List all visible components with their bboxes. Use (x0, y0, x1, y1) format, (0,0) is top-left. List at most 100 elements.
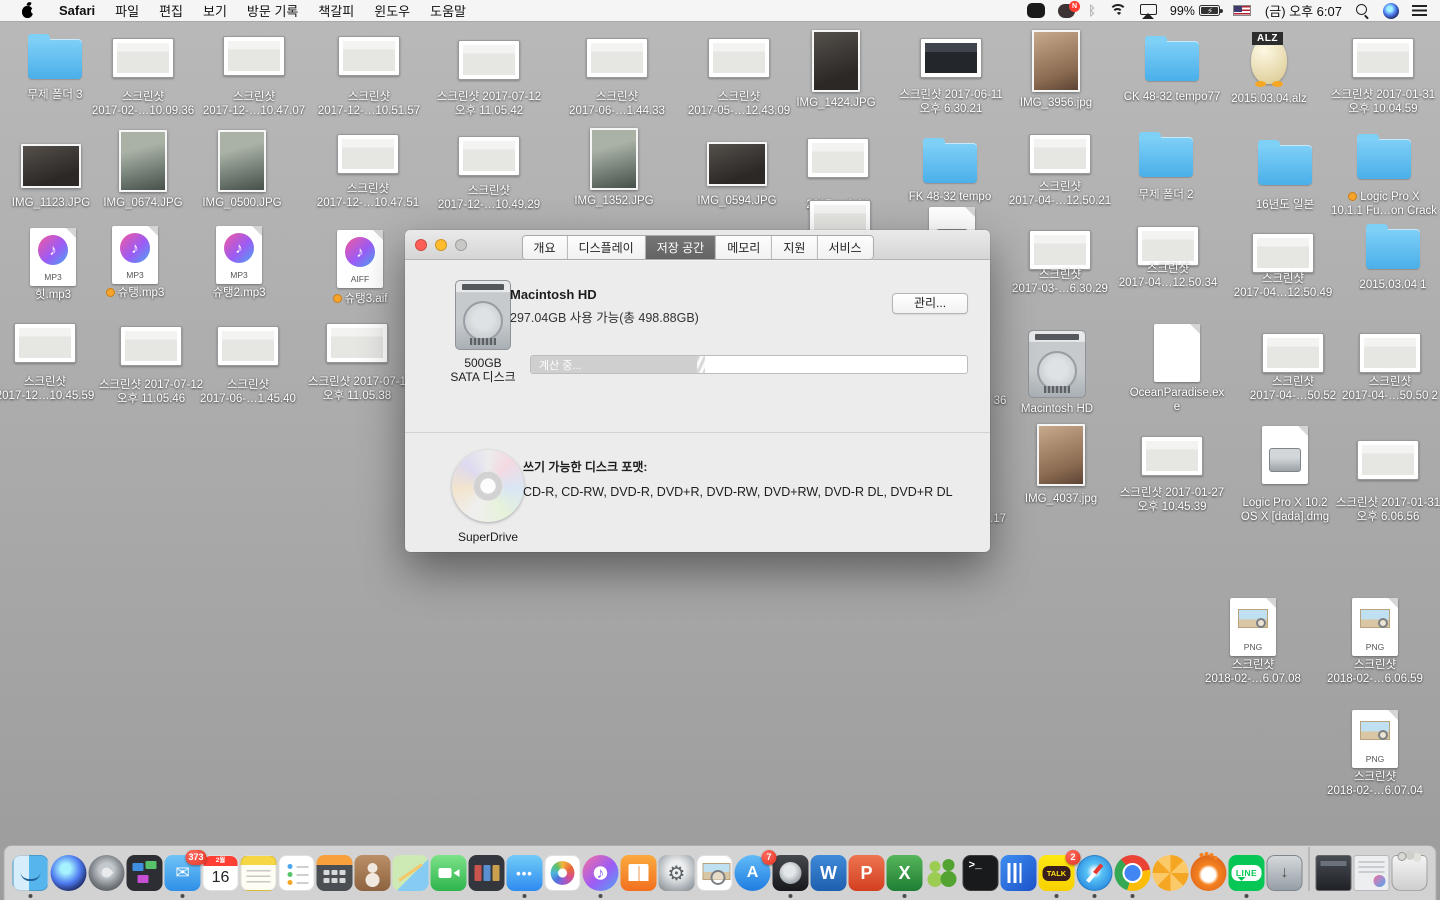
dock-minwin-dark-icon[interactable] (1316, 855, 1352, 891)
desktop-icon-스크린샷 2017-06-11[interactable]: 스크린샷 2017-06-11오후 6.30.21 (903, 30, 999, 78)
desktop-icon-스크린샷[interactable]: 스크린샷2017-06-…1.44.33 (569, 30, 665, 78)
desktop-icon-스크린샷[interactable]: 스크린샷2017-12…10.45.59 (0, 315, 93, 363)
desktop-icon-IMG_1352.JPG[interactable]: IMG_1352.JPG (566, 126, 662, 190)
dock-kakaotalk-icon[interactable]: TALK2 (1039, 855, 1075, 891)
desktop-icon-IMG_4037.jpg[interactable]: IMG_4037.jpg (1013, 422, 1109, 486)
dock-mission-control-icon[interactable] (127, 855, 163, 891)
messenger-notification-icon[interactable]: N (1055, 0, 1078, 22)
tab-서비스[interactable]: 서비스 (817, 236, 872, 259)
dock-tangerine-icon[interactable] (1153, 855, 1189, 891)
desktop-icon-스크린샷 2017-01-27[interactable]: 스크린샷 2017-01-27오후 10.45.39 (1124, 428, 1220, 476)
tab-지원[interactable]: 지원 (772, 236, 817, 259)
desktop-icon-무제 폴더 2[interactable]: 무제 폴더 2 (1118, 130, 1214, 177)
battery-indicator[interactable]: 99%⚡ (1167, 0, 1223, 22)
desktop-icon-스크린샷[interactable]: 스크린샷2017-04-…50.52 (1245, 325, 1341, 373)
dock-siri-icon[interactable] (51, 855, 87, 891)
dock-mail-icon[interactable]: ✉373 (165, 855, 201, 891)
clock[interactable]: (금) 오후 6:07 (1261, 0, 1346, 22)
bluetooth-icon[interactable]: ᛒ (1085, 0, 1099, 22)
desktop-icon-2015.03.04.alz[interactable]: ALZ2015.03.04.alz (1221, 28, 1317, 88)
airplay-icon[interactable] (1137, 0, 1160, 22)
desktop-icon-슈탱.mp3[interactable]: ♪MP3슈탱.mp3 (87, 224, 183, 284)
menu-파일[interactable]: 파일 (105, 4, 149, 19)
menu-방문 기록[interactable]: 방문 기록 (237, 4, 308, 19)
desktop-icon-스크린샷[interactable]: 스크린샷2017-04-…50.50 2 (1342, 325, 1438, 373)
dock-photos-icon[interactable] (545, 855, 581, 891)
dock-downloads-icon[interactable]: ↓ (1267, 855, 1303, 891)
desktop-icon-IMG_1424.JPG[interactable]: IMG_1424.JPG (788, 28, 884, 92)
desktop-icon-스크린샷[interactable]: 스크린샷2017-12-…10.47.07 (206, 28, 302, 76)
desktop-icon-IMG_1123.JPG[interactable]: IMG_1123.JPG (3, 134, 99, 188)
zoom-button[interactable] (455, 239, 467, 251)
siri-icon[interactable] (1380, 0, 1402, 22)
dock-minwin-light-icon[interactable] (1354, 855, 1390, 891)
desktop-icon-스크린샷[interactable]: 스크린샷2017-12-…10.47.51 (320, 126, 416, 174)
input-source-us-flag[interactable] (1230, 0, 1254, 22)
desktop-icon-Logic Pro X[interactable]: Logic Pro X10.1.1 Fu…on Crack (1336, 132, 1432, 179)
dock-reminders-icon[interactable] (279, 855, 315, 891)
desktop-icon-Macintosh HD[interactable]: Macintosh HD (1009, 328, 1105, 398)
desktop-icon-CK 48-32 tempo77[interactable]: CK 48-32 tempo77 (1124, 34, 1220, 81)
desktop-icon-스크린샷[interactable]: 스크린샷2017-02-…10.09.36 (95, 30, 191, 78)
dock-preview-icon[interactable] (697, 855, 733, 891)
dock-facetime-icon[interactable] (431, 855, 467, 891)
menu-보기[interactable]: 보기 (193, 4, 237, 19)
spotlight-icon[interactable] (1353, 0, 1373, 22)
dock-itunes-icon[interactable]: ♪ (583, 855, 619, 891)
manage-button[interactable]: 관리... (892, 293, 968, 314)
close-button[interactable] (415, 239, 427, 251)
desktop-icon-슈탱2.mp3[interactable]: ♪MP3슈탱2.mp3 (191, 224, 287, 284)
window-titlebar[interactable]: 개요디스플레이저장 공간메모리지원서비스 (405, 230, 990, 260)
minimize-button[interactable] (435, 239, 447, 251)
desktop-icon-FK 48-32 tempo[interactable]: FK 48-32 tempo (902, 136, 998, 183)
desktop-icon-슈탱3.aif[interactable]: ♪AIFF슈탱3.aif (312, 228, 408, 288)
dock-system-preferences-icon[interactable]: ⚙ (659, 855, 695, 891)
desktop-icon-스크린샷 2017-01-31[interactable]: 스크린샷 2017-01-31오후 10.04.59 (1335, 30, 1431, 78)
desktop-icon-IMG_3956.jpg[interactable]: IMG_3956.jpg (1008, 28, 1104, 92)
desktop-icon-2015.03.04 1[interactable]: 2015.03.04 1 (1345, 222, 1440, 269)
desktop-icon-2017-…3.36[interactable]: 2017-…3.36 (790, 130, 886, 178)
menu-윈도우[interactable]: 윈도우 (364, 4, 420, 19)
desktop-icon-스크린샷 2017-07-12[interactable]: 스크린샷 2017-07-12오후 11.05.42 (441, 32, 537, 80)
desktop-icon-스크린샷[interactable]: 스크린샷2017-03-…6.30.29 (1012, 222, 1108, 270)
dock-photo-booth-icon[interactable] (469, 855, 505, 891)
apple-menu[interactable] (10, 0, 49, 22)
desktop-icon-스크린샷[interactable]: PNG스크린샷2018-02-…6.07.08 (1205, 596, 1301, 656)
dock-powerpoint-icon[interactable]: P (849, 855, 885, 891)
menu-편집[interactable]: 편집 (149, 4, 193, 19)
tab-디스플레이[interactable]: 디스플레이 (568, 236, 646, 259)
desktop-icon-스크린샷[interactable]: PNG스크린샷2018-02-…6.07.04 (1327, 708, 1423, 768)
tab-메모리[interactable]: 메모리 (716, 236, 772, 259)
desktop-icon-OceanParadise.ex[interactable]: OceanParadise.exe (1129, 322, 1225, 382)
tab-저장 공간[interactable]: 저장 공간 (646, 236, 717, 259)
dock-maps-icon[interactable] (393, 855, 429, 891)
dock-chrome-icon[interactable] (1115, 855, 1151, 891)
desktop-icon-IMG_0594.JPG[interactable]: IMG_0594.JPG (689, 132, 785, 186)
dock-logic-pro-icon[interactable] (773, 855, 809, 891)
dock-safari-icon[interactable] (1077, 855, 1113, 891)
desktop-icon-스크린샷[interactable]: 스크린샷2017-05-…12.43.09 (691, 30, 787, 78)
dock-gom-player-icon[interactable] (1191, 855, 1227, 891)
dock-finder-icon[interactable] (13, 855, 49, 891)
dock-excel-icon[interactable]: X (887, 855, 923, 891)
menu-책갈피[interactable]: 책갈피 (308, 4, 364, 19)
dock-app-store-icon[interactable]: A7 (735, 855, 771, 891)
desktop-icon-스크린샷[interactable]: 스크린샷2017-04…12.50.49 (1235, 225, 1331, 273)
desktop-icon-무제 폴더 3[interactable]: 무제 폴더 3 (7, 32, 103, 79)
menu-도움말[interactable]: 도움말 (420, 4, 476, 19)
desktop-icon-스크린샷[interactable]: 스크린샷2017-12-…10.51.57 (321, 28, 417, 76)
desktop-icon-스크린샷[interactable]: 스크린샷2017-04…12.50.34 (1120, 218, 1216, 266)
dock-calculator-icon[interactable] (317, 855, 353, 891)
desktop-icon-스크린샷[interactable]: PNG스크린샷2018-02-…6.06.59 (1327, 596, 1423, 656)
wifi-icon[interactable] (1106, 0, 1130, 22)
desktop-icon-스크린샷 2017-01-31[interactable]: 스크린샷 2017-01-31오후 6.06.56 (1340, 432, 1436, 480)
dock-terminal-icon[interactable]: >_ (963, 855, 999, 891)
dock-ridibooks-icon[interactable] (1001, 855, 1037, 891)
desktop-icon-스크린샷 2017-07-12[interactable]: 스크린샷 2017-07-12오후 11.05.46 (103, 318, 199, 366)
dock-launchpad-icon[interactable] (89, 855, 125, 891)
dock-trash-icon[interactable] (1392, 855, 1428, 891)
dock-messages-icon[interactable]: ••• (507, 855, 543, 891)
desktop-icon-IMG_0500.JPG[interactable]: IMG_0500.JPG (194, 128, 290, 192)
dock-ibooks-icon[interactable] (621, 855, 657, 891)
line-icon[interactable] (1024, 0, 1048, 22)
